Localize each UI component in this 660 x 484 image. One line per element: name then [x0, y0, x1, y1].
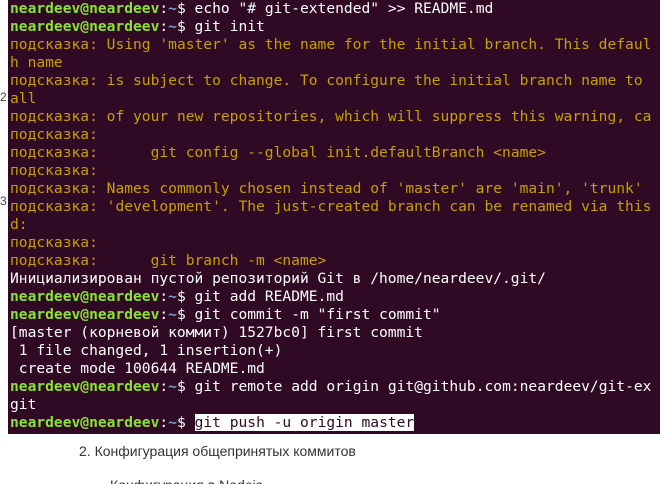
- hint-text: 'development'. The just-created branch c…: [97, 198, 652, 215]
- terminal-line: neardeev@neardeev:~$ git add README.md: [10, 288, 660, 306]
- terminal-line: Инициализирован пустой репозиторий Git в…: [10, 270, 660, 288]
- terminal-line: подсказка: Using 'master' as the name fo…: [10, 36, 660, 54]
- selected-command-text: git push -u origin master: [194, 414, 415, 431]
- terminal-window[interactable]: neardeev@neardeev:~$ echo "# git-extende…: [8, 0, 660, 434]
- terminal-line: neardeev@neardeev:~$ git push -u origin …: [10, 414, 660, 432]
- prompt-symbol: $: [176, 306, 186, 323]
- output-text: 1 file changed, 1 insertion(+): [10, 342, 283, 359]
- page-margin-number-2: 2: [0, 90, 7, 104]
- command-text: git remote add origin git@github.com:nea…: [185, 378, 652, 395]
- hint-text: git config --global init.defaultBranch <…: [97, 144, 546, 161]
- terminal-line: neardeev@neardeev:~$ git init: [10, 18, 660, 36]
- prompt-colon: :: [159, 414, 169, 431]
- prompt-user: neardeev@neardeev: [10, 306, 160, 323]
- hint-label: подсказка:: [10, 36, 98, 53]
- output-text: git: [10, 396, 37, 413]
- command-text: git commit -m "first commit": [185, 306, 441, 323]
- terminal-line: 1 file changed, 1 insertion(+): [10, 342, 660, 360]
- output-text: create mode 100644 README.md: [10, 360, 265, 377]
- terminal-line: подсказка:: [10, 126, 660, 144]
- prompt-path: ~: [168, 0, 177, 17]
- hint-label: подсказка:: [10, 144, 98, 161]
- hint-label: подсказка:: [10, 108, 98, 125]
- terminal-line: подсказка:: [10, 162, 660, 180]
- terminal-line: подсказка: Names commonly chosen instead…: [10, 180, 660, 198]
- prompt-colon: :: [159, 18, 169, 35]
- prompt-path: ~: [168, 288, 177, 305]
- prompt-path: ~: [168, 378, 177, 395]
- terminal-line: подсказка:: [10, 234, 660, 252]
- prompt-symbol: $: [176, 378, 186, 395]
- terminal-line: h name: [10, 54, 660, 72]
- hint-label: подсказка:: [10, 162, 98, 179]
- terminal-line: подсказка: git config --global init.defa…: [10, 144, 660, 162]
- document-partial-line: Конфигурация в Nodejs: [110, 478, 263, 484]
- prompt-colon: :: [159, 306, 169, 323]
- terminal-line: подсказка: of your new repositories, whi…: [10, 108, 660, 126]
- hint-text: h name: [10, 54, 63, 71]
- prompt-user: neardeev@neardeev: [10, 414, 160, 431]
- command-text: echo "# git-extended" >> README.md: [185, 0, 494, 17]
- terminal-line: подсказка: is subject to change. To conf…: [10, 72, 660, 90]
- hint-text: Names commonly chosen instead of 'master…: [97, 180, 643, 197]
- prompt-user: neardeev@neardeev: [10, 378, 160, 395]
- prompt-path: ~: [168, 414, 177, 431]
- hint-text: d:: [10, 216, 28, 233]
- hint-label: подсказка:: [10, 234, 98, 251]
- command-text: git init: [185, 18, 265, 35]
- hint-text: of your new repositories, which will sup…: [97, 108, 652, 125]
- prompt-path: ~: [168, 306, 177, 323]
- prompt-colon: :: [159, 0, 169, 17]
- page-margin-number-3: 3: [0, 194, 7, 208]
- hint-text: Using 'master' as the name for the initi…: [97, 36, 652, 53]
- prompt-user: neardeev@neardeev: [10, 18, 160, 35]
- prompt-symbol: $: [176, 288, 186, 305]
- terminal-line: подсказка: 'development'. The just-creat…: [10, 198, 660, 216]
- hint-label: подсказка:: [10, 252, 98, 269]
- prompt-user: neardeev@neardeev: [10, 0, 160, 17]
- prompt-user: neardeev@neardeev: [10, 288, 160, 305]
- hint-text: git branch -m <name>: [97, 252, 327, 269]
- prompt-symbol: $: [176, 0, 186, 17]
- command-space: [186, 414, 195, 431]
- hint-text: is subject to change. To configure the i…: [97, 72, 643, 89]
- output-text: [master (корневой коммит) 1527bc0] first…: [10, 324, 423, 341]
- terminal-line: create mode 100644 README.md: [10, 360, 660, 378]
- hint-text: all: [10, 90, 37, 107]
- terminal-line: all: [10, 90, 660, 108]
- terminal-line: d:: [10, 216, 660, 234]
- prompt-symbol: $: [176, 18, 186, 35]
- terminal-line: neardeev@neardeev:~$ echo "# git-extende…: [10, 0, 660, 18]
- terminal-line: [master (корневой коммит) 1527bc0] first…: [10, 324, 660, 342]
- hint-label: подсказка:: [10, 126, 98, 143]
- command-text: git add README.md: [185, 288, 344, 305]
- prompt-colon: :: [159, 378, 169, 395]
- terminal-line: git: [10, 396, 660, 414]
- prompt-colon: :: [159, 288, 169, 305]
- output-text: Инициализирован пустой репозиторий Git в…: [10, 270, 546, 287]
- hint-label: подсказка:: [10, 180, 98, 197]
- hint-label: подсказка:: [10, 72, 98, 89]
- terminal-line: подсказка: git branch -m <name>: [10, 252, 660, 270]
- prompt-path: ~: [168, 18, 177, 35]
- prompt-symbol: $: [176, 414, 186, 431]
- terminal-line: neardeev@neardeev:~$ git remote add orig…: [10, 378, 660, 396]
- terminal-line: neardeev@neardeev:~$ git commit -m "firs…: [10, 306, 660, 324]
- document-list-item: 2. Конфигурация общепринятых коммитов: [79, 443, 356, 459]
- hint-label: подсказка:: [10, 198, 98, 215]
